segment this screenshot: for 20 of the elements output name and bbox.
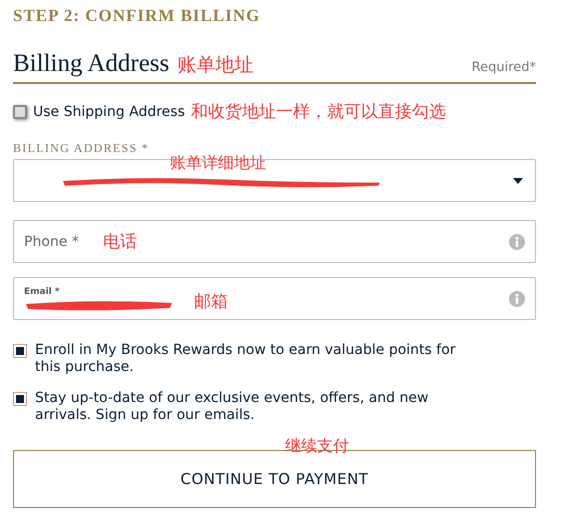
checkbox[interactable]	[13, 344, 27, 358]
required-note: Required*	[472, 60, 536, 75]
annotation: 邮箱	[194, 291, 228, 313]
annotation: 电话	[102, 231, 137, 253]
section-title: Billing Address	[13, 50, 170, 78]
field-label: BILLING ADDRESS *	[13, 141, 150, 156]
annotation: 和收货地址一样，就可以直接勾选	[190, 101, 446, 123]
annotation: 账单地址	[177, 53, 254, 78]
placeholder: Phone *	[24, 234, 79, 250]
step-title: STEP 2: CONFIRM BILLING	[13, 6, 262, 26]
email-field[interactable]: Email * 邮箱	[13, 277, 536, 320]
caret-icon	[513, 178, 523, 184]
checkbox-label: Enroll in My Brooks Rewards now to earn valuable points for this purchase.	[35, 342, 457, 376]
checkbox[interactable]	[13, 104, 27, 118]
annotation: 账单详细地址	[170, 153, 266, 174]
field-label: Email *	[24, 286, 61, 296]
checkbox[interactable]	[13, 392, 27, 406]
phone-field[interactable]: Phone * 电话	[13, 220, 536, 263]
checkbox-label: Stay up-to-date of our exclusive events, offers, and new arrivals. Sign up for our emails.	[35, 390, 430, 424]
checkbox-label: Use Shipping Address	[33, 104, 185, 120]
